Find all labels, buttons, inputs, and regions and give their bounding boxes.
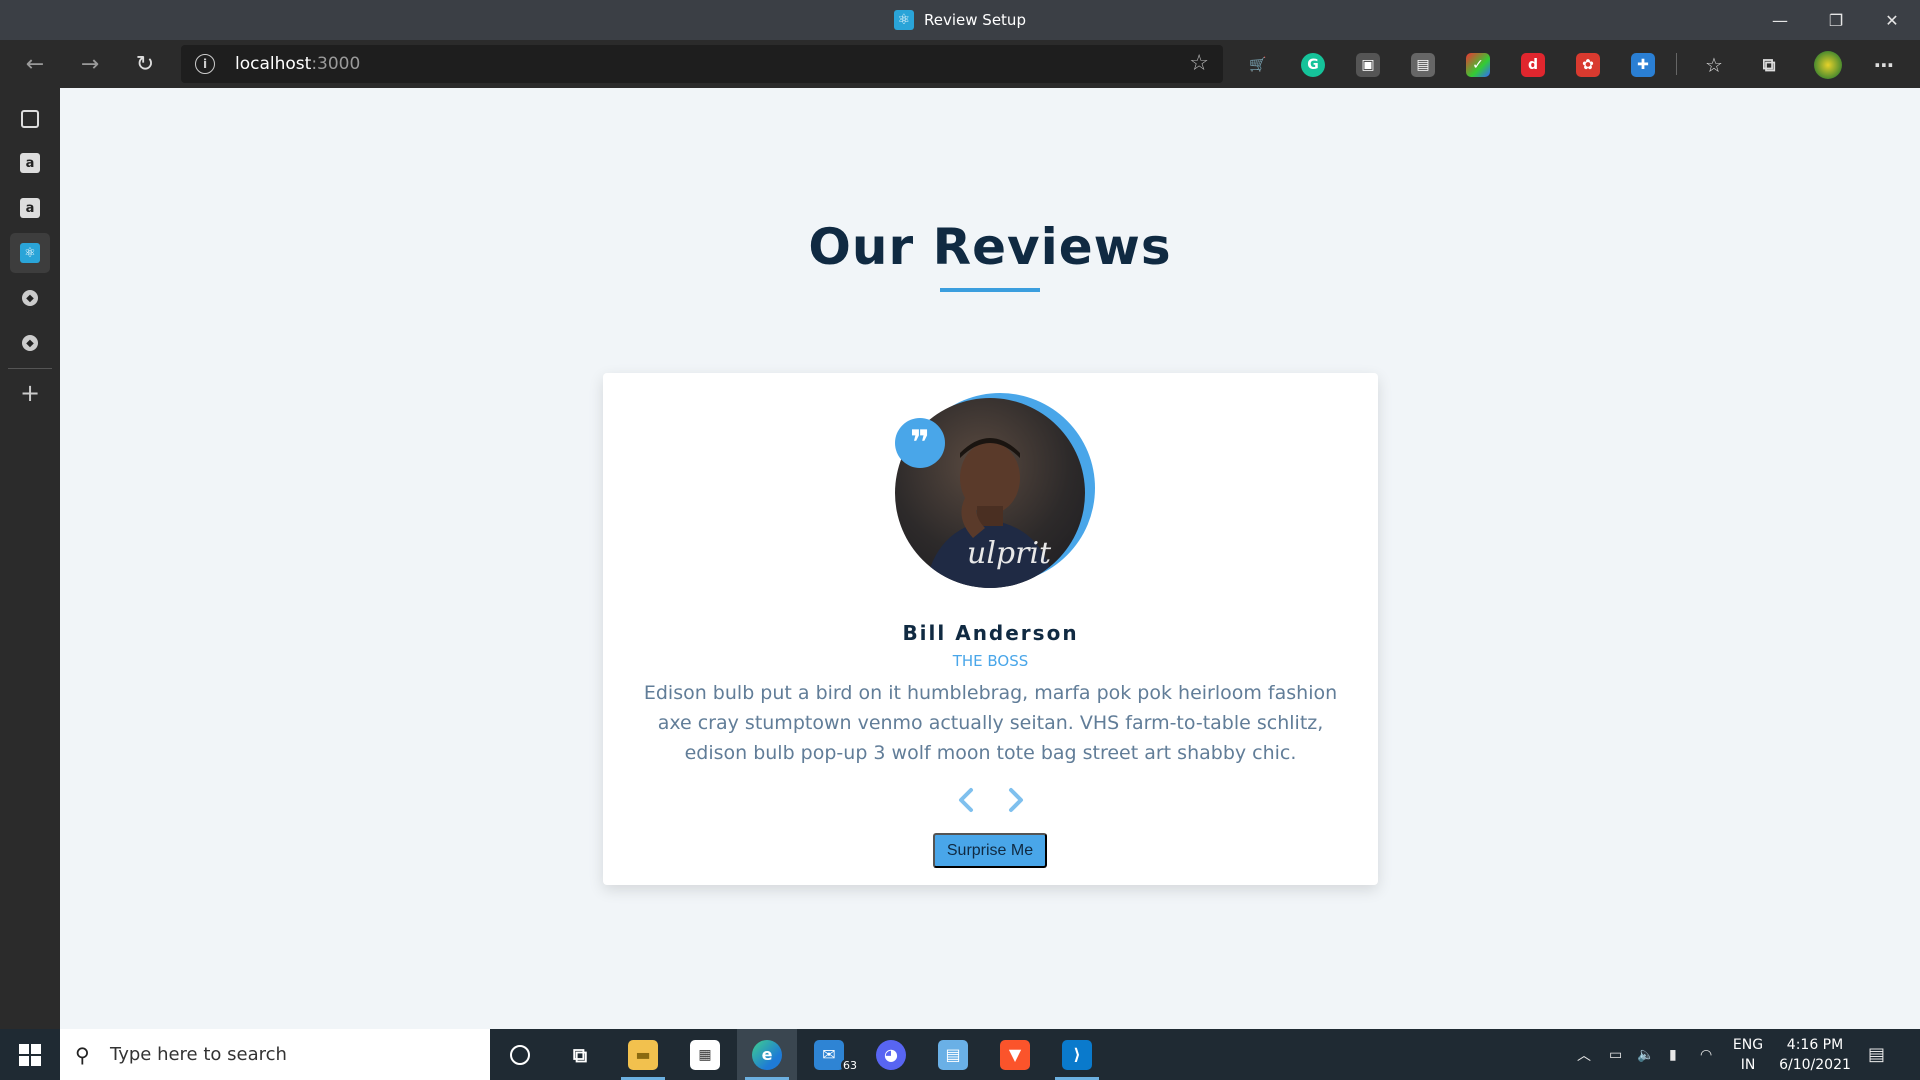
windows-logo-icon: [19, 1043, 41, 1066]
mail-button[interactable]: ✉ 63: [799, 1029, 859, 1080]
extension-icon[interactable]: ✓: [1466, 53, 1490, 77]
windows-taskbar: ⚲ Type here to search ⧉ ▬ ▦ e ✉ 63 ◕ ▤ ▼ …: [0, 1029, 1920, 1080]
edge-button[interactable]: e: [737, 1029, 797, 1080]
page-content: Our Reviews ulprit ❞ Bill Anderson THE B…: [60, 88, 1920, 1029]
region-label: IN: [1740, 1057, 1756, 1073]
info-icon[interactable]: i: [195, 54, 215, 74]
review-card: ulprit ❞ Bill Anderson THE BOSS Edison b…: [603, 373, 1378, 885]
collections-icon[interactable]: ⧉: [1757, 53, 1781, 77]
task-view-button[interactable]: ⧉: [550, 1029, 610, 1080]
prev-button[interactable]: [951, 785, 981, 815]
folder-icon: ▬: [628, 1039, 658, 1070]
add-favorite-icon[interactable]: ☆: [1189, 51, 1209, 76]
store-button[interactable]: ▦: [675, 1029, 735, 1080]
extension-icon[interactable]: ✿: [1576, 53, 1600, 77]
minimize-icon[interactable]: —: [1752, 0, 1808, 40]
brave-icon: ▼: [1000, 1039, 1030, 1070]
file-explorer-button[interactable]: ▬: [613, 1029, 673, 1080]
extension-icon[interactable]: d: [1521, 53, 1545, 77]
back-icon[interactable]: ←: [15, 44, 55, 84]
react-icon: ⚛: [894, 10, 915, 30]
avatar-container: ulprit ❞: [895, 393, 1095, 598]
profile-avatar[interactable]: [1814, 51, 1842, 79]
refresh-icon[interactable]: ↻: [125, 44, 165, 84]
volume-icon[interactable]: 🔈: [1637, 1029, 1654, 1080]
language-label: ENG: [1732, 1037, 1764, 1053]
brave-button[interactable]: ▼: [985, 1029, 1045, 1080]
window-title: Review Setup: [924, 11, 1026, 29]
review-navigation: [603, 785, 1378, 815]
amazon-icon[interactable]: a: [10, 143, 50, 183]
sidebar-divider: [8, 368, 52, 369]
chevron-right-icon: [1008, 788, 1023, 812]
edge-icon: e: [752, 1039, 782, 1070]
review-text: Edison bulb put a bird on it humblebrag,…: [643, 682, 1338, 764]
wifi-icon[interactable]: ◠: [1700, 1029, 1712, 1080]
window-titlebar: ⚛ Review Setup — ❐ ✕: [0, 0, 1920, 40]
favorites-icon[interactable]: ☆: [1702, 53, 1726, 77]
notification-icon[interactable]: ▤: [1868, 1029, 1885, 1080]
show-hidden-icons[interactable]: ︿: [1577, 1029, 1591, 1080]
add-icon[interactable]: +: [10, 373, 50, 413]
window-controls: — ❐ ✕: [1752, 0, 1920, 40]
extension-icon[interactable]: ▣: [1356, 53, 1380, 77]
store-icon: ▦: [690, 1039, 720, 1070]
start-button[interactable]: [0, 1029, 60, 1080]
taskbar-search[interactable]: ⚲ Type here to search: [60, 1029, 490, 1080]
reviewer-job: THE BOSS: [952, 652, 1029, 670]
control-panel-button[interactable]: ▤: [923, 1029, 983, 1080]
cortana-button[interactable]: [490, 1029, 550, 1080]
language-indicator[interactable]: ENG IN: [1728, 1035, 1768, 1075]
toolbar-divider: [1676, 53, 1677, 75]
search-placeholder[interactable]: Type here to search: [110, 1044, 287, 1065]
next-button[interactable]: [1001, 785, 1031, 815]
restore-icon[interactable]: ❐: [1808, 0, 1864, 40]
extension-icon[interactable]: ✚: [1631, 53, 1655, 77]
title-underline: [940, 288, 1040, 292]
page-title: Our Reviews: [808, 218, 1172, 276]
shopping-cart-icon[interactable]: 🛒: [1246, 53, 1270, 77]
discord-icon: ◕: [876, 1039, 906, 1070]
meet-now-icon[interactable]: ▭: [1609, 1029, 1622, 1080]
mail-badge: 63: [841, 1059, 859, 1072]
quote-icon: ❞: [895, 418, 945, 468]
grammarly-icon[interactable]: G: [1301, 53, 1325, 77]
tab-icon[interactable]: [10, 99, 50, 139]
vscode-button[interactable]: ⟩: [1047, 1029, 1107, 1080]
control-panel-icon: ▤: [938, 1039, 968, 1070]
svg-text:ulprit: ulprit: [967, 536, 1052, 571]
surprise-me-button[interactable]: Surprise Me: [933, 833, 1047, 868]
task-view-icon: ⧉: [572, 1042, 588, 1067]
url-text[interactable]: localhost:3000: [235, 54, 360, 74]
clock[interactable]: 4:16 PM 6/10/2021: [1775, 1035, 1855, 1075]
mail-icon: ✉: [814, 1039, 844, 1070]
battery-icon[interactable]: ▮: [1669, 1029, 1677, 1080]
amazon-icon[interactable]: a: [10, 188, 50, 228]
window-title-area: ⚛ Review Setup: [0, 0, 1920, 40]
forward-icon[interactable]: →: [70, 44, 110, 84]
discord-button[interactable]: ◕: [861, 1029, 921, 1080]
browser-toolbar: ← → ↻ i localhost:3000 ☆ 🛒 G ▣ ▤ ✓ d ✿ ✚: [0, 40, 1920, 88]
app-icon[interactable]: ◆: [10, 323, 50, 363]
search-icon: ⚲: [75, 1043, 90, 1067]
address-bar[interactable]: i localhost:3000 ☆: [181, 45, 1223, 83]
close-icon[interactable]: ✕: [1864, 0, 1920, 40]
react-icon[interactable]: ⚛: [10, 233, 50, 273]
clock-date: 6/10/2021: [1779, 1057, 1851, 1073]
vertical-tabs-sidebar: a a ⚛ ◆ ◆ +: [0, 88, 60, 1029]
cortana-icon: [510, 1044, 530, 1065]
app-icon[interactable]: ◆: [10, 278, 50, 318]
vscode-icon: ⟩: [1062, 1039, 1092, 1070]
more-icon[interactable]: ⋯: [1872, 53, 1896, 77]
clock-time: 4:16 PM: [1786, 1037, 1844, 1053]
chevron-left-icon: [958, 788, 973, 812]
extension-icon[interactable]: ▤: [1411, 53, 1435, 77]
reviewer-name: Bill Anderson: [902, 621, 1079, 645]
